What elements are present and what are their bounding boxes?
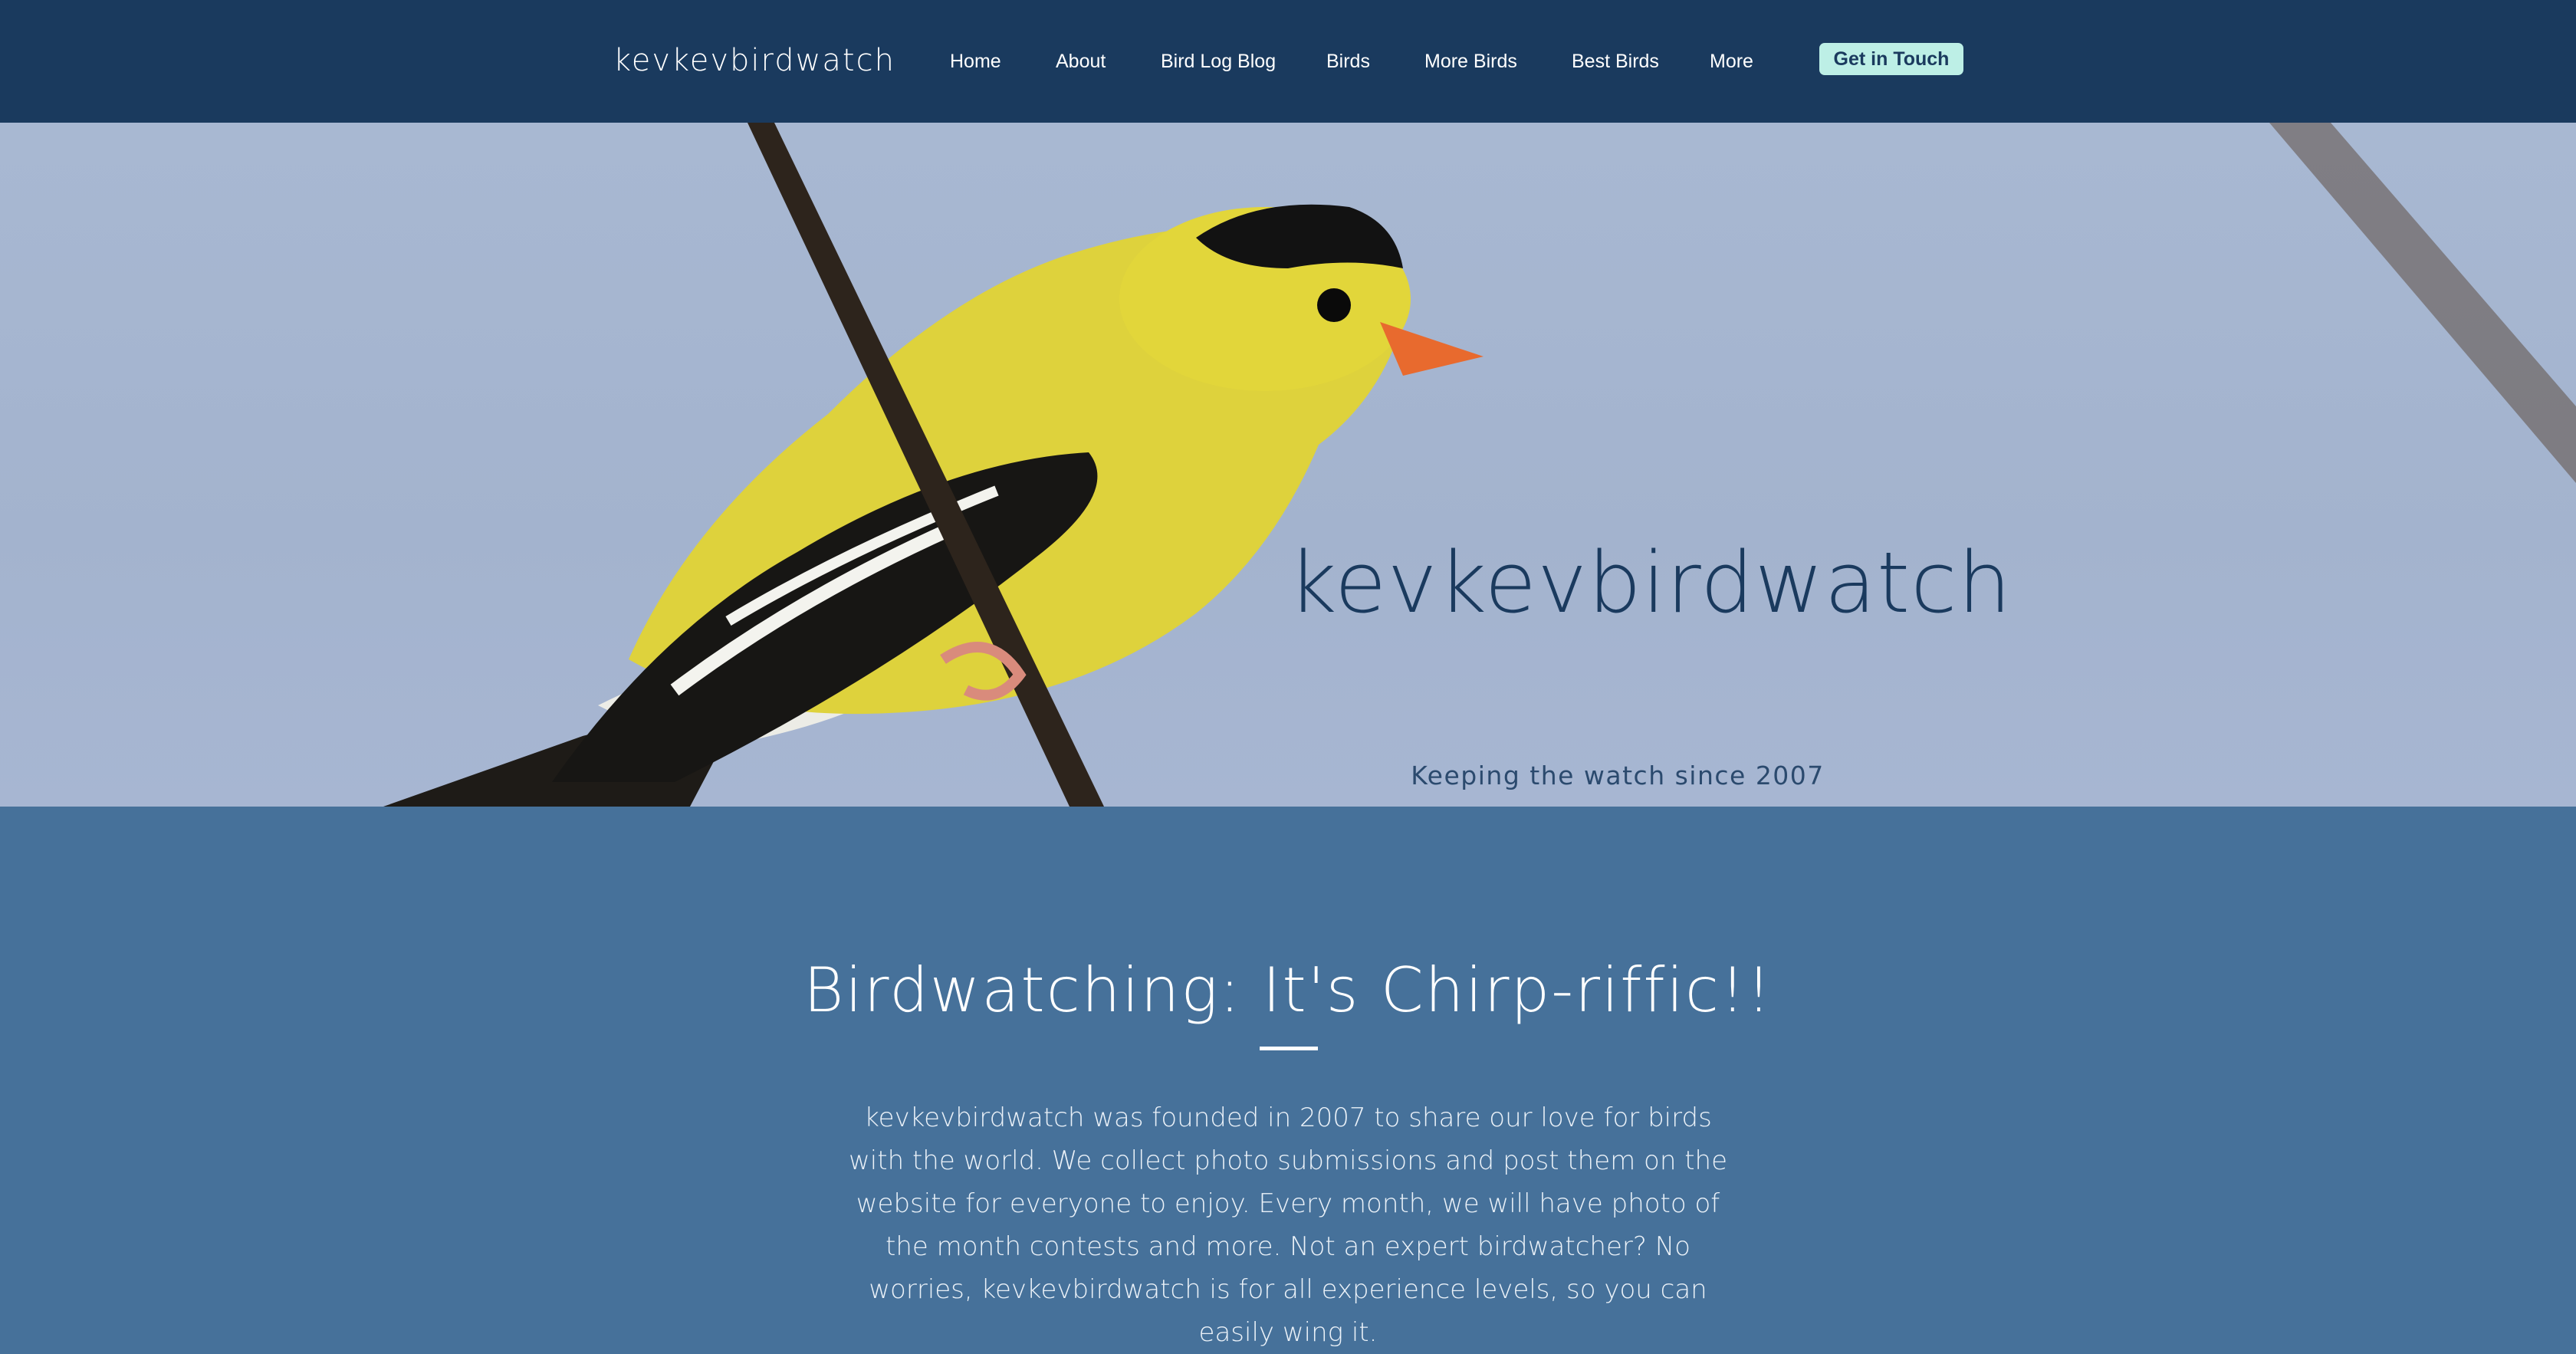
nav-more[interactable]: More: [1710, 51, 1753, 73]
nav-about[interactable]: About: [1056, 51, 1106, 73]
about-body: kevkevbirdwatch was founded in 2007 to s…: [849, 1103, 1727, 1348]
nav-home[interactable]: Home: [950, 51, 1001, 73]
hero-title: kevkevbirdwatch: [1288, 534, 2013, 632]
bird-eye: [1317, 288, 1351, 322]
goldfinch-image: [383, 123, 2576, 807]
about-heading: Birdwatching: It's Chirp-riffic!!: [803, 955, 1773, 1026]
site-header: kevkevbirdwatch Home About Bird Log Blog…: [0, 0, 2576, 123]
get-in-touch-button[interactable]: Get in Touch: [1819, 43, 1963, 75]
nav-more-birds[interactable]: More Birds: [1424, 51, 1517, 73]
nav-birds[interactable]: Birds: [1326, 51, 1370, 73]
site-brand[interactable]: kevkevbirdwatch: [613, 43, 895, 78]
background-branch: [2269, 123, 2576, 483]
hero-subtitle: Keeping the watch since 2007: [1411, 761, 1825, 790]
heading-divider: [1260, 1047, 1318, 1050]
bird-beak: [1380, 322, 1484, 376]
hero-banner: kevkevbirdwatch Keeping the watch since …: [0, 123, 2576, 807]
nav-bird-log-blog[interactable]: Bird Log Blog: [1161, 51, 1276, 73]
nav-best-birds[interactable]: Best Birds: [1572, 51, 1659, 73]
